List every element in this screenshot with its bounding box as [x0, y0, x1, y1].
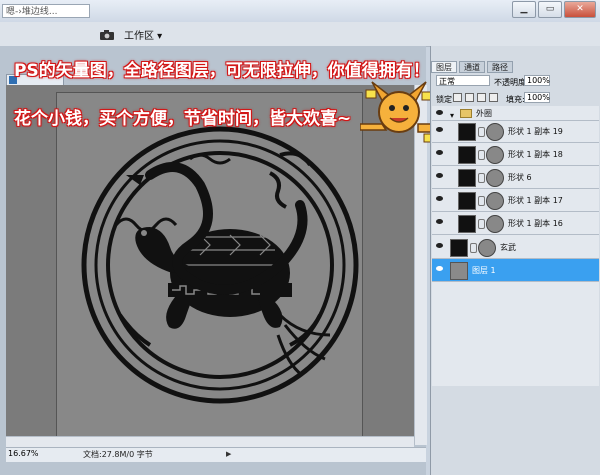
- vector-mask-thumbnail: [486, 146, 504, 164]
- camera-icon[interactable]: [100, 30, 114, 40]
- maximize-button[interactable]: ▭: [538, 1, 562, 18]
- layer-name: 形状 1 副本 18: [508, 150, 563, 159]
- layer-thumbnail: [458, 123, 476, 141]
- lock-pixels-icon[interactable]: [465, 93, 474, 102]
- layer-name: 图层 1: [472, 266, 496, 275]
- minimize-button[interactable]: ▁: [512, 1, 536, 18]
- tab-layers[interactable]: 图层: [431, 61, 457, 73]
- document-size-info: 文档:27.8M/0 字节: [83, 450, 153, 459]
- zoom-level-field[interactable]: 16.67%: [8, 449, 39, 459]
- layer-thumbnail: [458, 215, 476, 233]
- layer-name: 形状 6: [508, 173, 532, 182]
- lock-icons: [453, 93, 498, 102]
- folder-icon: [460, 109, 472, 118]
- layer-name: 玄武: [500, 243, 516, 252]
- layer-row[interactable]: 形状 1 副本 19: [432, 120, 599, 143]
- layer-row-selected[interactable]: 图层 1: [432, 259, 599, 282]
- promo-subline: 花个小钱，买个方便，节省时间，皆大欢喜~: [14, 109, 352, 129]
- layer-thumbnail: [458, 192, 476, 210]
- layer-thumbnail: [450, 262, 468, 280]
- visibility-eye-icon[interactable]: [436, 173, 443, 178]
- search-input[interactable]: 嗯-›堆边线...: [2, 4, 90, 18]
- vector-mask-thumbnail: [486, 169, 504, 187]
- window-controls: ▁ ▭ ✕: [512, 1, 596, 18]
- lock-transparency-icon[interactable]: [453, 93, 462, 102]
- cartoon-mascot-icon: [360, 81, 437, 143]
- xuanwu-artwork: [81, 126, 359, 404]
- tab-paths[interactable]: 路径: [487, 61, 513, 73]
- link-chain-icon[interactable]: [478, 196, 485, 206]
- options-bar: [0, 22, 600, 47]
- fill-input[interactable]: 100%: [524, 92, 550, 103]
- lock-position-icon[interactable]: [477, 93, 486, 102]
- layer-group-row[interactable]: ▾ 外圈: [432, 106, 599, 121]
- layer-name: 形状 1 副本 16: [508, 219, 563, 228]
- link-chain-icon[interactable]: [478, 173, 485, 183]
- layer-name: 形状 1 副本 19: [508, 127, 563, 136]
- panel-tabs: 图层 通道 路径: [431, 61, 599, 73]
- vector-mask-thumbnail: [486, 192, 504, 210]
- layer-row[interactable]: 玄武: [432, 236, 599, 259]
- link-chain-icon[interactable]: [478, 219, 485, 229]
- visibility-eye-icon[interactable]: [436, 219, 443, 224]
- fill-label: 填充:: [506, 95, 525, 104]
- opacity-input[interactable]: 100%: [524, 75, 550, 86]
- vector-mask-thumbnail: [486, 123, 504, 141]
- layer-thumbnail: [458, 146, 476, 164]
- layer-row[interactable]: 形状 1 副本 16: [432, 212, 599, 235]
- tab-channels[interactable]: 通道: [459, 61, 485, 73]
- layer-row[interactable]: 形状 1 副本 18: [432, 143, 599, 166]
- lock-all-icon[interactable]: [489, 93, 498, 102]
- visibility-eye-icon[interactable]: [436, 127, 443, 132]
- visibility-eye-icon[interactable]: [436, 110, 443, 115]
- visibility-eye-icon[interactable]: [436, 196, 443, 201]
- visibility-eye-icon[interactable]: [436, 266, 443, 271]
- vector-mask-thumbnail: [486, 215, 504, 233]
- status-bar: [6, 447, 426, 462]
- layer-thumbnail: [450, 239, 468, 257]
- status-menu-arrow[interactable]: ▶: [226, 450, 231, 458]
- workspace-button[interactable]: 工作区 ▾: [124, 27, 162, 42]
- link-chain-icon[interactable]: [478, 150, 485, 160]
- title-bar: [0, 0, 600, 23]
- lock-label: 锁定:: [436, 95, 455, 104]
- layer-row[interactable]: 形状 6: [432, 166, 599, 189]
- visibility-eye-icon[interactable]: [436, 243, 443, 248]
- visibility-eye-icon[interactable]: [436, 150, 443, 155]
- blend-mode-select[interactable]: 正常: [436, 75, 490, 86]
- group-name: 外圈: [476, 109, 492, 118]
- layer-name: 形状 1 副本 17: [508, 196, 563, 205]
- layer-thumbnail: [458, 169, 476, 187]
- link-chain-icon[interactable]: [470, 243, 477, 253]
- layer-row[interactable]: 形状 1 副本 17: [432, 189, 599, 212]
- link-chain-icon[interactable]: [478, 127, 485, 137]
- close-button[interactable]: ✕: [564, 1, 596, 18]
- expand-arrow-icon[interactable]: ▾: [450, 111, 454, 120]
- vector-mask-thumbnail: [478, 239, 496, 257]
